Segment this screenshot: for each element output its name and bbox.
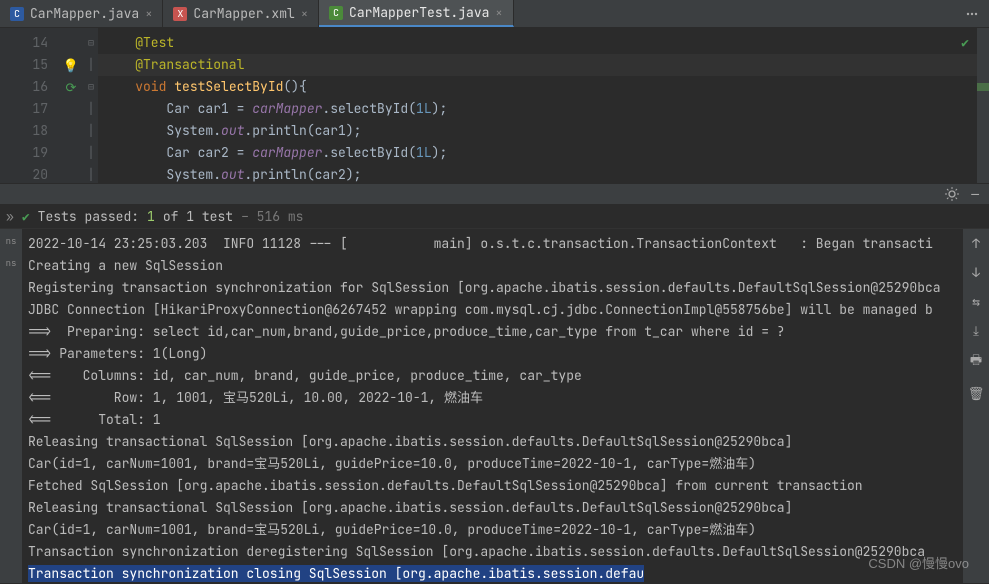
- scroll-up-icon[interactable]: ↑: [972, 235, 980, 252]
- tab-label: CarMapperTest.java: [349, 4, 489, 21]
- tool-window-header: —: [0, 183, 989, 205]
- tab-carmappertest-java[interactable]: C CarMapperTest.java ×: [319, 0, 514, 27]
- fold-handle-icon[interactable]: ⊟: [84, 32, 98, 54]
- scroll-down-icon[interactable]: ↓: [972, 264, 980, 281]
- test-pass-icon: ✔: [22, 208, 30, 225]
- minimize-icon[interactable]: —: [971, 186, 979, 203]
- tab-carmapper-xml[interactable]: X CarMapper.xml ×: [163, 0, 319, 27]
- editor-minimap[interactable]: [977, 28, 989, 183]
- xml-file-icon: X: [173, 7, 187, 21]
- code-area[interactable]: @Test @Transactional void testSelectById…: [98, 28, 989, 183]
- intention-bulb-icon[interactable]: 💡: [63, 57, 79, 74]
- clear-icon[interactable]: 🗑: [968, 385, 985, 402]
- java-test-icon: C: [329, 6, 343, 20]
- close-icon[interactable]: ×: [495, 5, 502, 21]
- expand-icon[interactable]: »: [6, 208, 14, 225]
- tab-label: CarMapper.java: [30, 5, 139, 22]
- console-left-toolbar: ns ns: [0, 229, 22, 583]
- close-icon[interactable]: ×: [145, 6, 152, 22]
- console-output[interactable]: 2022-10-14 23:25:03.203 INFO 11128 --- […: [22, 229, 963, 583]
- java-class-icon: C: [10, 7, 24, 21]
- test-pass-count: 1: [147, 208, 155, 225]
- tab-overflow-button[interactable]: [955, 0, 989, 27]
- fold-gutter: ⊟ │ ⊟ ││││: [84, 28, 98, 183]
- ns-badge-icon[interactable]: ns: [6, 235, 17, 247]
- settings-icon[interactable]: [945, 187, 959, 201]
- gutter-icons: 💡 ⟳: [58, 28, 84, 183]
- console-right-toolbar: ↑ ↓ ⇆ ⤓ 🖶 🗑: [963, 229, 989, 583]
- close-icon[interactable]: ×: [301, 6, 308, 22]
- test-total-text: of 1 test: [163, 208, 233, 225]
- editor-tab-bar: C CarMapper.java × X CarMapper.xml × C C…: [0, 0, 989, 28]
- tab-label: CarMapper.xml: [193, 5, 294, 22]
- tab-carmapper-java[interactable]: C CarMapper.java ×: [0, 0, 163, 27]
- run-console: ns ns 2022-10-14 23:25:03.203 INFO 11128…: [0, 229, 989, 583]
- code-editor[interactable]: 141516 17181920 💡 ⟳ ⊟ │ ⊟ ││││ @Test @Tr…: [0, 28, 989, 183]
- line-number-gutter: 141516 17181920: [0, 28, 58, 183]
- print-icon[interactable]: 🖶: [970, 351, 982, 373]
- test-status-text: Tests passed:: [38, 208, 139, 225]
- soft-wrap-icon[interactable]: ⇆: [972, 293, 980, 310]
- ns-badge-icon[interactable]: ns: [6, 257, 17, 269]
- run-test-icon[interactable]: ⟳: [66, 79, 77, 96]
- test-time: – 516 ms: [241, 208, 303, 225]
- scroll-to-end-icon[interactable]: ⤓: [973, 322, 979, 339]
- fold-handle-icon[interactable]: ⊟: [84, 76, 98, 98]
- test-status-bar: » ✔ Tests passed: 1 of 1 test – 516 ms: [0, 205, 989, 229]
- inspection-ok-icon[interactable]: ✔: [961, 34, 969, 51]
